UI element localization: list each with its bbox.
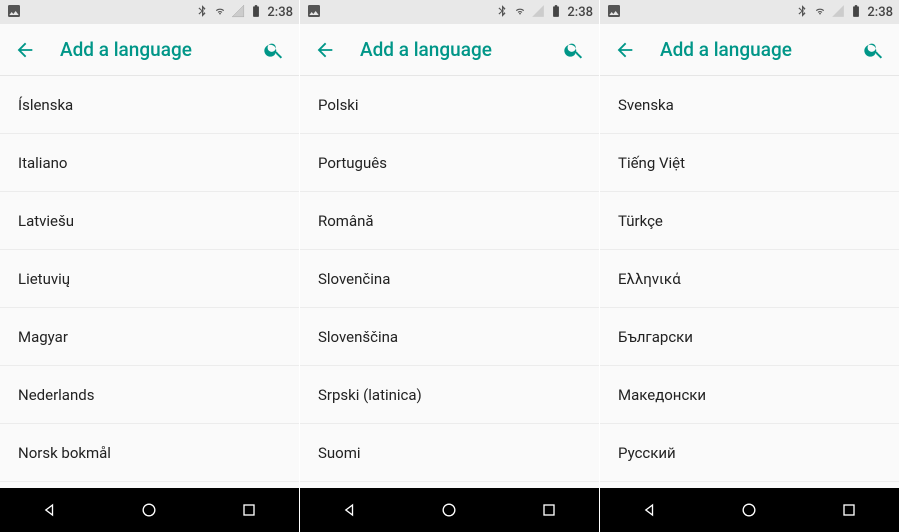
app-bar: Add a language (0, 24, 299, 76)
signal-icon (531, 4, 545, 21)
nav-back[interactable] (320, 488, 380, 532)
list-item[interactable]: Íslenska (0, 76, 299, 134)
list-item[interactable]: Română (300, 192, 599, 250)
list-item[interactable]: Svenska (600, 76, 899, 134)
wifi-icon (813, 4, 827, 21)
nav-home[interactable] (719, 488, 779, 532)
nav-home[interactable] (419, 488, 479, 532)
list-item[interactable]: Slovenčina (300, 250, 599, 308)
screen-pane-1: 2:38 Add a language Íslenska Italiano La… (0, 0, 300, 532)
screen-pane-2: 2:38 Add a language Polski Português Rom… (300, 0, 600, 532)
nav-recent[interactable] (219, 488, 279, 532)
search-icon[interactable] (563, 39, 585, 61)
battery-icon (249, 4, 263, 21)
language-label: Tiếng Việt (618, 154, 685, 172)
nav-back[interactable] (620, 488, 680, 532)
signal-icon (231, 4, 245, 21)
list-item[interactable]: Български (600, 308, 899, 366)
bluetooth-icon (495, 4, 509, 21)
battery-icon (549, 4, 563, 21)
language-label: Íslenska (18, 96, 73, 114)
language-label: Български (618, 328, 693, 346)
language-label: Português (318, 154, 387, 172)
nav-bar (0, 488, 299, 532)
language-label: Lietuvių (18, 270, 70, 288)
list-item[interactable]: Latviešu (0, 192, 299, 250)
status-bar: 2:38 (600, 0, 899, 24)
battery-icon (849, 4, 863, 21)
screen-pane-3: 2:38 Add a language Svenska Tiếng Việt T… (600, 0, 900, 532)
signal-icon (831, 4, 845, 21)
status-bar: 2:38 (300, 0, 599, 24)
search-icon[interactable] (863, 39, 885, 61)
language-label: Suomi (318, 444, 361, 462)
status-time: 2:38 (567, 5, 593, 20)
language-label: Italiano (18, 154, 67, 172)
nav-recent[interactable] (819, 488, 879, 532)
language-label: Srpski (latinica) (318, 386, 422, 404)
wifi-icon (213, 4, 227, 21)
language-list: Svenska Tiếng Việt Türkçe Ελληνικά Бълга… (600, 76, 899, 488)
back-icon[interactable] (614, 39, 636, 61)
back-icon[interactable] (14, 39, 36, 61)
page-title: Add a language (60, 38, 239, 61)
list-item[interactable]: Suomi (300, 424, 599, 482)
app-bar: Add a language (300, 24, 599, 76)
status-time: 2:38 (867, 5, 893, 20)
list-item[interactable]: Português (300, 134, 599, 192)
page-title: Add a language (660, 38, 839, 61)
list-item[interactable]: Русский (600, 424, 899, 482)
list-item[interactable]: Slovenščina (300, 308, 599, 366)
wifi-icon (513, 4, 527, 21)
list-item[interactable]: Ελληνικά (600, 250, 899, 308)
list-item[interactable]: Nederlands (0, 366, 299, 424)
language-label: Slovenčina (318, 270, 390, 288)
nav-recent[interactable] (519, 488, 579, 532)
language-list: Polski Português Română Slovenčina Slove… (300, 76, 599, 488)
list-item[interactable]: Македонски (600, 366, 899, 424)
language-label: Magyar (18, 328, 68, 346)
nav-home[interactable] (119, 488, 179, 532)
back-icon[interactable] (314, 39, 336, 61)
app-bar: Add a language (600, 24, 899, 76)
list-item[interactable]: Tiếng Việt (600, 134, 899, 192)
list-item[interactable]: Srpski (latinica) (300, 366, 599, 424)
picture-icon (6, 3, 22, 22)
language-label: Nederlands (18, 386, 94, 404)
language-label: Polski (318, 96, 359, 114)
language-list: Íslenska Italiano Latviešu Lietuvių Magy… (0, 76, 299, 488)
nav-bar (300, 488, 599, 532)
language-label: Türkçe (618, 212, 663, 230)
search-icon[interactable] (263, 39, 285, 61)
status-time: 2:38 (267, 5, 293, 20)
language-label: Svenska (618, 96, 674, 114)
bluetooth-icon (795, 4, 809, 21)
language-label: Română (318, 212, 374, 230)
picture-icon (606, 3, 622, 22)
nav-back[interactable] (20, 488, 80, 532)
list-item[interactable]: Polski (300, 76, 599, 134)
bluetooth-icon (195, 4, 209, 21)
list-item[interactable]: Italiano (0, 134, 299, 192)
status-bar: 2:38 (0, 0, 299, 24)
list-item[interactable]: Magyar (0, 308, 299, 366)
language-label: Ελληνικά (618, 270, 681, 288)
picture-icon (306, 3, 322, 22)
language-label: Latviešu (18, 212, 74, 230)
language-label: Русский (618, 444, 676, 462)
language-label: Slovenščina (318, 328, 398, 346)
list-item[interactable]: Türkçe (600, 192, 899, 250)
list-item[interactable]: Lietuvių (0, 250, 299, 308)
page-title: Add a language (360, 38, 539, 61)
nav-bar (600, 488, 899, 532)
list-item[interactable]: Norsk bokmål (0, 424, 299, 482)
language-label: Македонски (618, 386, 706, 404)
language-label: Norsk bokmål (18, 444, 111, 462)
